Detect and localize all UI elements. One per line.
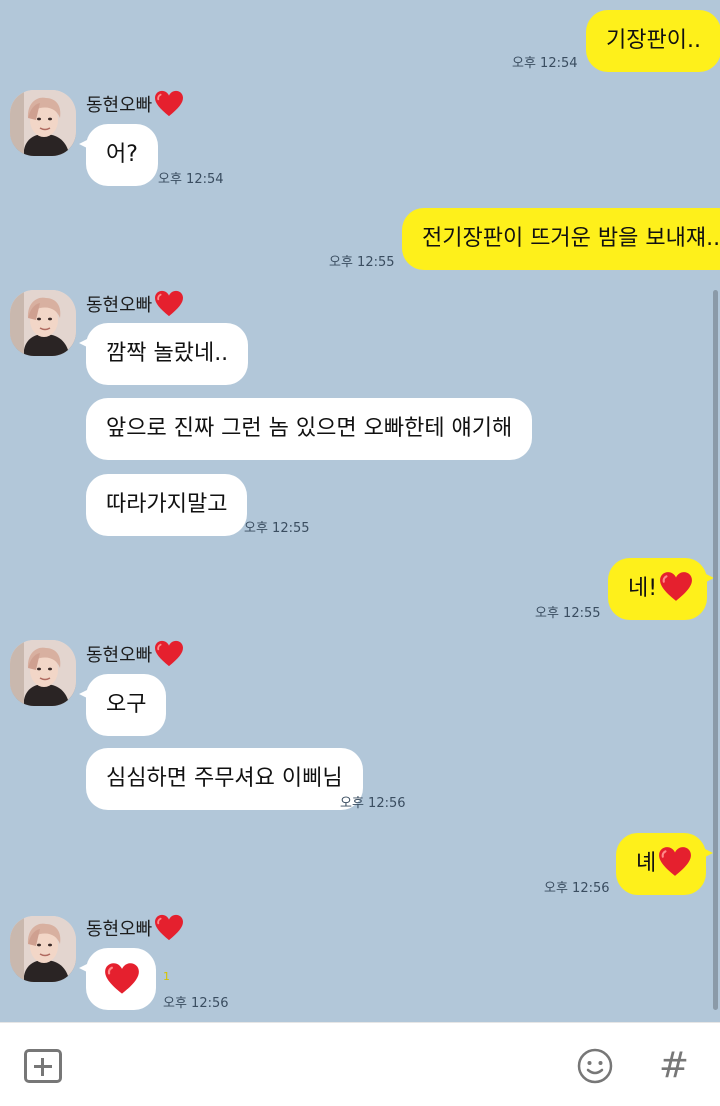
smiley-icon[interactable] xyxy=(576,1047,614,1085)
message-time: 오후 12:56 xyxy=(544,881,610,896)
hash-button[interactable]: # xyxy=(656,1041,692,1091)
input-bar: # xyxy=(0,1022,720,1106)
heart-icon xyxy=(154,640,184,668)
message-time: 오후 12:55 xyxy=(244,521,310,536)
message-time: 오후 12:54 xyxy=(158,172,224,187)
contact-name-text: 동현오빠 xyxy=(86,95,153,116)
contact-avatar[interactable] xyxy=(10,90,76,156)
avatar-image xyxy=(10,90,76,156)
message-bubble-outgoing[interactable]: 기장판이.. xyxy=(586,10,720,72)
contact-name-text: 동현오빠 xyxy=(86,295,153,316)
contact-avatar[interactable] xyxy=(10,290,76,356)
message-bubble-outgoing[interactable]: 네! xyxy=(608,558,715,620)
message-bubble-outgoing[interactable]: 전기장판이 뜨거운 밤을 보내쟤.. xyxy=(402,208,720,270)
message-time: 오후 12:56 xyxy=(340,796,406,811)
contact-name: 동현오빠 xyxy=(86,914,184,942)
chat-area[interactable]: 기장판이.. 오후 12:54 동현오빠 어? 오후 12:54 전기장판이 뜨… xyxy=(0,0,720,1022)
message-time: 오후 12:55 xyxy=(329,255,395,270)
message-bubble-incoming[interactable]: 심심하면 주무셔요 이삐님 xyxy=(86,748,363,810)
message-bubble-incoming[interactable]: 오구 xyxy=(78,674,167,736)
message-bubble-incoming[interactable]: 어? xyxy=(79,124,158,186)
contact-name-text: 동현오빠 xyxy=(86,919,153,940)
message-bubble-incoming[interactable]: 깜짝 놀랐네.. xyxy=(78,323,249,385)
heart-icon xyxy=(659,571,693,603)
heart-icon xyxy=(154,914,184,942)
contact-name: 동현오빠 xyxy=(86,640,184,668)
message-text: 네! xyxy=(628,576,658,601)
contact-name-text: 동현오빠 xyxy=(86,645,153,666)
plus-square-icon[interactable] xyxy=(24,1049,62,1083)
contact-name: 동현오빠 xyxy=(86,290,184,318)
contact-name: 동현오빠 xyxy=(86,90,184,118)
contact-avatar[interactable] xyxy=(10,916,76,982)
scrollbar[interactable] xyxy=(713,290,718,1010)
contact-avatar[interactable] xyxy=(10,640,76,706)
message-time: 오후 12:56 xyxy=(163,996,229,1011)
message-time: 오후 12:55 xyxy=(535,606,601,621)
avatar-image xyxy=(10,290,76,356)
avatar-image xyxy=(10,916,76,982)
unread-count: 1 xyxy=(163,970,170,983)
heart-icon xyxy=(154,90,184,118)
message-bubble-outgoing[interactable]: 녜 xyxy=(616,833,714,895)
message-time: 오후 12:54 xyxy=(512,56,578,71)
message-text: 녜 xyxy=(636,851,657,876)
heart-icon xyxy=(154,290,184,318)
message-bubble-incoming[interactable]: 앞으로 진짜 그런 놈 있으면 오빠한테 얘기해 xyxy=(86,398,533,460)
heart-icon xyxy=(104,962,140,996)
avatar-image xyxy=(10,640,76,706)
heart-icon xyxy=(658,846,692,878)
message-bubble-incoming[interactable]: 따라가지말고 xyxy=(86,474,248,536)
